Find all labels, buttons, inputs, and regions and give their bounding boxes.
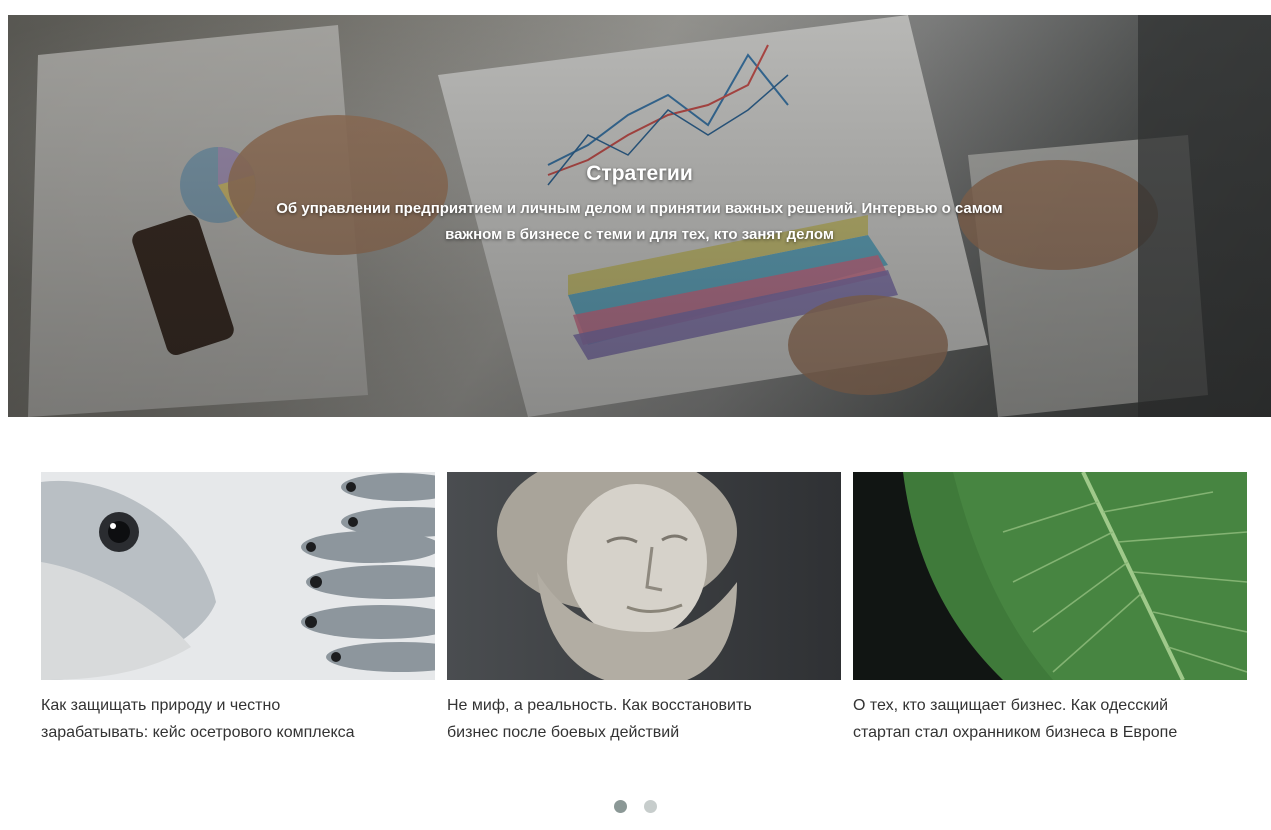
article-cards: Как защищать природу и честно зарабатыва… [41,472,1247,752]
article-card[interactable]: О тех, кто защищает бизнес. Как одесский… [853,472,1247,746]
article-title-line1: Как защищать природу и честно [41,697,281,714]
hero-title: Стратегии [586,162,693,185]
fish-photo[interactable] [41,472,435,680]
hero-description-line2: важном в бизнесе с теми и для тех, кто з… [445,226,834,243]
article-title-line2: зарабатывать: кейс осетрового комплекса [41,724,355,741]
article-card[interactable]: Как защищать природу и честно зарабатыва… [41,472,435,746]
article-title-line1: О тех, кто защищает бизнес. Как одесский [853,697,1169,714]
article-title[interactable]: Не миф, а реальность. Как восстановить б… [447,692,841,746]
article-title[interactable]: О тех, кто защищает бизнес. Как одесский… [853,692,1247,746]
hero-banner[interactable]: Стратегии Об управлении предприятием и л… [8,15,1271,417]
statue-photo[interactable] [447,472,841,680]
article-title[interactable]: Как защищать природу и честно зарабатыва… [41,692,435,746]
pagination-dot-2[interactable] [643,800,657,813]
pagination-dot-1[interactable] [614,800,628,813]
carousel-pagination [0,800,1271,818]
article-title-line2: бизнес после боевых действий [447,724,680,741]
hero-description-line1: Об управлении предприятием и личным дело… [276,200,1003,217]
article-card[interactable]: Не миф, а реальность. Как восстановить б… [447,472,841,746]
leaf-photo[interactable] [853,472,1247,680]
page: Стратегии Об управлении предприятием и л… [0,0,1271,830]
leaf-image [853,472,1247,680]
statue-image [447,472,841,680]
hero-text: Стратегии Об управлении предприятием и л… [8,162,1271,248]
article-title-line2: стартап стал охранником бизнеса в Европе [853,724,1178,741]
hero-description: Об управлении предприятием и личным дело… [180,196,1100,248]
fish-image [41,472,435,680]
article-title-line1: Не миф, а реальность. Как восстановить [447,697,752,714]
